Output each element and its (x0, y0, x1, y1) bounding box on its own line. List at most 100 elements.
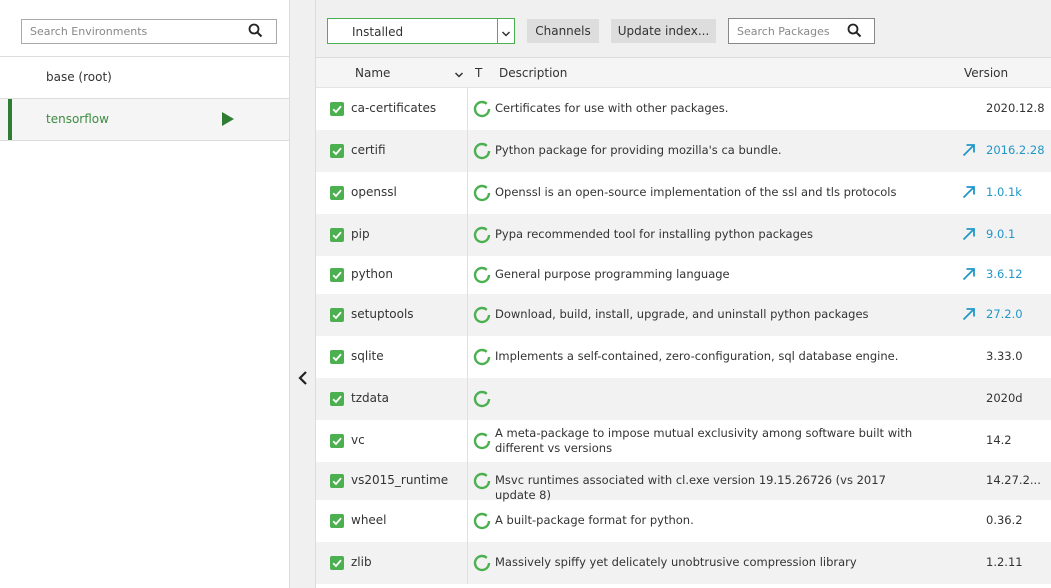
package-name: zlib (351, 555, 372, 569)
package-version[interactable]: 2016.2.28 (986, 143, 1045, 157)
installed-status-icon (473, 512, 491, 530)
column-divider (467, 214, 468, 256)
installed-status-icon (473, 100, 491, 118)
table-row[interactable]: zlib Massively spiffy yet delicately unob… (316, 542, 1051, 584)
column-divider (467, 542, 468, 584)
environment-item-tensorflow[interactable]: tensorflow (0, 99, 289, 141)
packages-table-header: Name T Description Version (316, 58, 1051, 88)
package-description: Massively spiffy yet delicately unobtrus… (495, 555, 857, 569)
package-filter-dropdown[interactable]: Installed (327, 18, 515, 44)
package-version[interactable]: 27.2.0 (986, 307, 1023, 321)
checkbox-checked-icon[interactable] (330, 474, 344, 488)
table-row[interactable]: sqlite Implements a self-contained, zero-… (316, 336, 1051, 378)
checkbox-checked-icon[interactable] (330, 268, 344, 282)
environment-list: base (root) tensorflow (0, 56, 289, 141)
package-version: 0.36.2 (986, 513, 1023, 527)
checkbox-checked-icon[interactable] (330, 144, 344, 158)
table-row[interactable]: vc A meta-package to impose mutual exclus… (316, 420, 1051, 462)
table-row[interactable]: ca-certificates Certificates for use with… (316, 88, 1051, 130)
upgrade-arrow-icon[interactable] (961, 184, 977, 200)
package-name: ca-certificates (351, 101, 437, 115)
dropdown-divider (497, 19, 498, 43)
installed-status-icon (473, 226, 491, 244)
panel-collapse-bar (290, 0, 316, 588)
environment-item-base[interactable]: base (root) (0, 57, 289, 99)
column-divider (467, 336, 468, 378)
column-header-name[interactable]: Name (355, 66, 390, 80)
environments-panel: base (root) tensorflow (0, 0, 290, 588)
package-search-input[interactable] (729, 19, 844, 43)
table-row[interactable]: certifi Python package for providing mozi… (316, 130, 1051, 172)
table-row[interactable]: vs2015_runtime Msvc runtimes associated w… (316, 462, 1051, 502)
checkbox-checked-icon[interactable] (330, 308, 344, 322)
environment-label: base (root) (46, 70, 112, 84)
installed-status-icon (473, 184, 491, 202)
installed-status-icon (473, 142, 491, 160)
packages-toolbar: Installed Channels Update index... (316, 0, 1051, 58)
column-divider (467, 420, 468, 462)
package-description: Python package for providing mozilla's c… (495, 143, 782, 157)
column-header-description[interactable]: Description (499, 66, 567, 80)
package-description: Implements a self-contained, zero-config… (495, 349, 899, 363)
package-name: python (351, 267, 393, 281)
environment-search-input[interactable] (22, 20, 244, 43)
package-description: Download, build, install, upgrade, and u… (495, 307, 869, 321)
checkbox-checked-icon[interactable] (330, 186, 344, 200)
table-row[interactable]: openssl Openssl is an open-source impleme… (316, 172, 1051, 214)
play-icon[interactable] (222, 112, 234, 126)
table-row[interactable]: python General purpose programming langua… (316, 256, 1051, 294)
package-version: 2020d (986, 391, 1023, 405)
package-name: vs2015_runtime (351, 473, 449, 487)
column-divider (467, 378, 468, 420)
chevron-left-icon[interactable] (295, 369, 311, 387)
package-version[interactable]: 9.0.1 (986, 227, 1015, 241)
checkbox-checked-icon[interactable] (330, 556, 344, 570)
column-divider (467, 500, 468, 542)
package-search-box[interactable] (728, 18, 875, 44)
upgrade-arrow-icon[interactable] (961, 306, 977, 322)
package-description: Openssl is an open-source implementation… (495, 185, 897, 199)
installed-status-icon (473, 432, 491, 450)
package-description: Certificates for use with other packages… (495, 101, 729, 115)
chevron-down-icon[interactable] (454, 68, 464, 78)
table-row[interactable]: wheel A built-package format for python. 0… (316, 500, 1051, 542)
column-divider (467, 130, 468, 172)
package-version: 14.27.2... (986, 473, 1041, 487)
update-index-button[interactable]: Update index... (611, 19, 716, 43)
installed-status-icon (473, 472, 491, 490)
column-divider (467, 256, 468, 294)
checkbox-checked-icon[interactable] (330, 392, 344, 406)
column-divider (467, 294, 468, 336)
table-row[interactable]: setuptools Download, build, install, upgr… (316, 294, 1051, 336)
environment-search-box[interactable] (21, 19, 277, 44)
package-name: setuptools (351, 307, 414, 321)
package-name: sqlite (351, 349, 384, 363)
checkbox-checked-icon[interactable] (330, 102, 344, 116)
upgrade-arrow-icon[interactable] (961, 226, 977, 242)
upgrade-arrow-icon[interactable] (961, 266, 977, 282)
package-description: A meta-package to impose mutual exclusiv… (495, 426, 913, 455)
column-header-version[interactable]: Version (964, 66, 1008, 80)
search-icon[interactable] (247, 22, 265, 40)
search-icon[interactable] (846, 22, 864, 40)
checkbox-checked-icon[interactable] (330, 514, 344, 528)
chevron-down-icon[interactable] (501, 27, 511, 37)
package-name: vc (351, 433, 365, 447)
column-header-type[interactable]: T (475, 66, 482, 80)
checkbox-checked-icon[interactable] (330, 434, 344, 448)
installed-status-icon (473, 390, 491, 408)
upgrade-arrow-icon[interactable] (961, 142, 977, 158)
package-version[interactable]: 3.6.12 (986, 267, 1023, 281)
package-name: tzdata (351, 391, 390, 405)
environment-label: tensorflow (46, 112, 109, 126)
checkbox-checked-icon[interactable] (330, 228, 344, 242)
package-description: General purpose programming language (495, 267, 730, 281)
package-description: Pypa recommended tool for installing pyt… (495, 227, 813, 241)
package-name: openssl (351, 185, 397, 199)
channels-button[interactable]: Channels (527, 19, 599, 43)
installed-status-icon (473, 306, 491, 324)
table-row[interactable]: tzdata 2020d (316, 378, 1051, 420)
checkbox-checked-icon[interactable] (330, 350, 344, 364)
table-row[interactable]: pip Pypa recommended tool for installing … (316, 214, 1051, 256)
package-version[interactable]: 1.0.1k (986, 185, 1022, 199)
